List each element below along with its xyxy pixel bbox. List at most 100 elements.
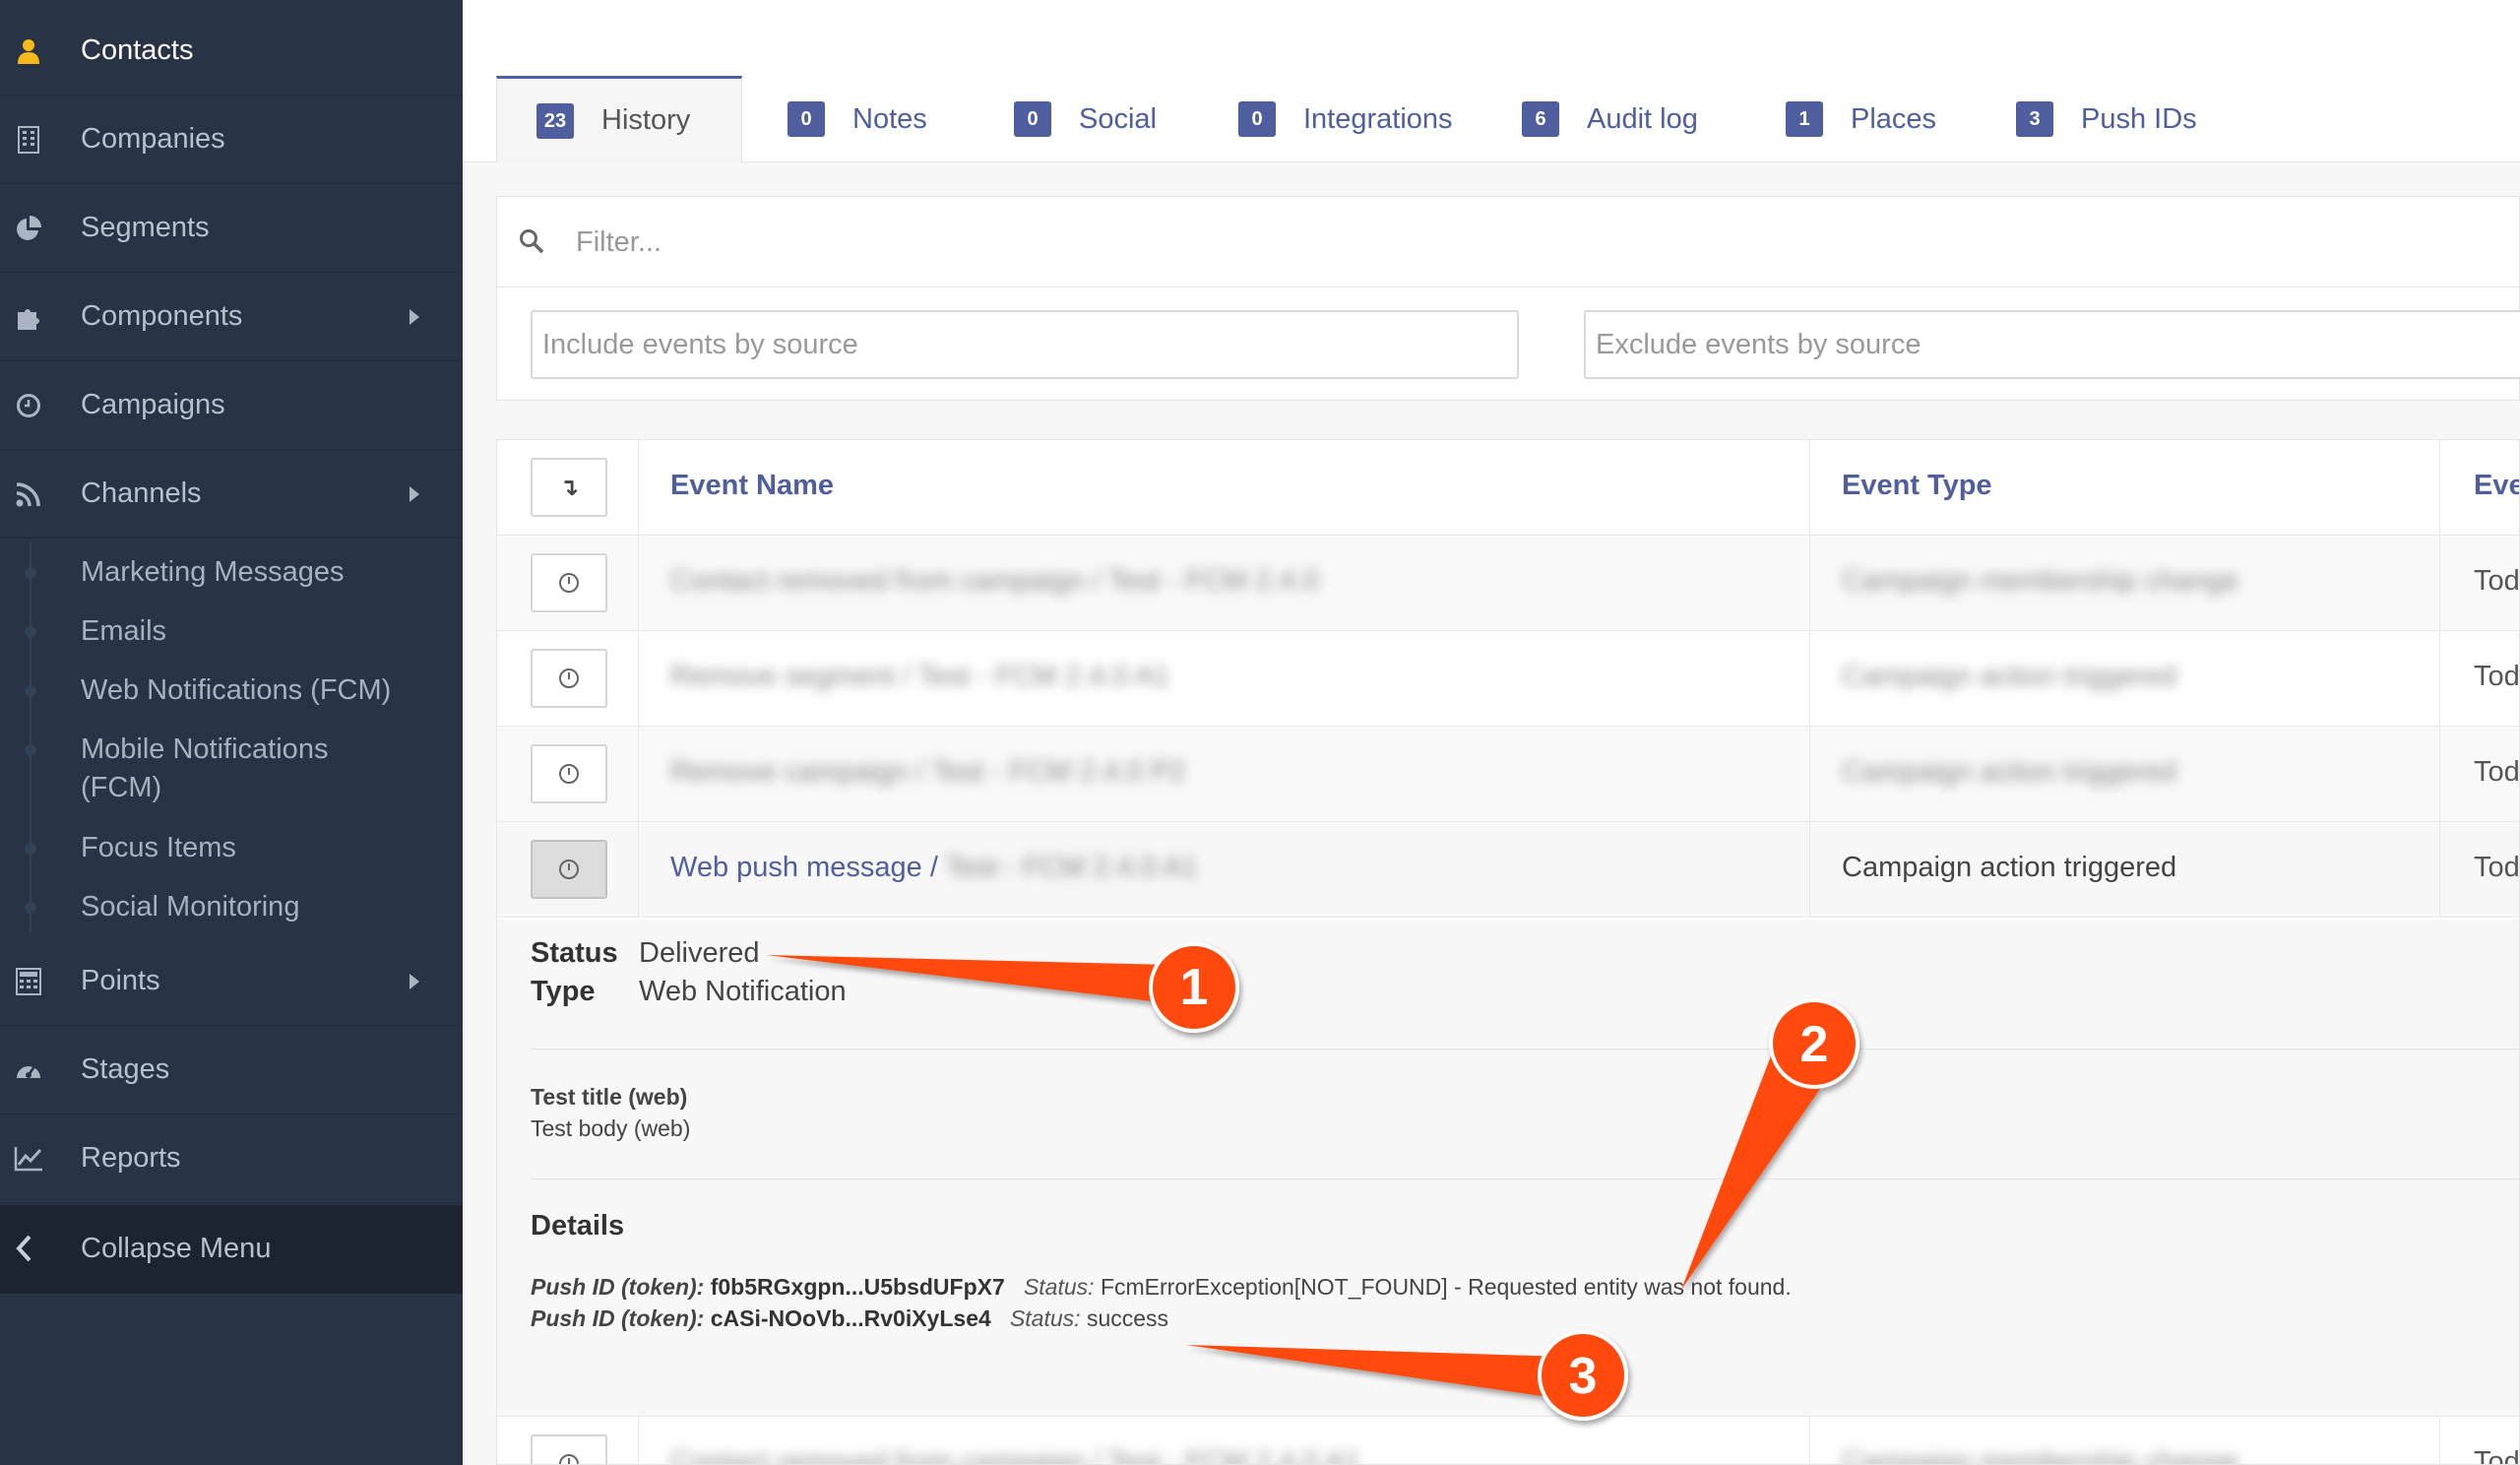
header-event-name[interactable]: Event Name [639,440,1810,536]
sidebar-item-label: Reports [81,1142,181,1174]
line-chart-icon [14,1144,43,1174]
token-value: cASi-NOoVb...Rv0iXyLse4 [710,1306,991,1331]
sidebar-item-label: Components [81,300,243,332]
sidebar-item-contacts[interactable]: Contacts [0,7,463,96]
chevron-left-icon [14,1235,33,1270]
tab-count-badge: 23 [536,102,574,139]
channels-submenu: Marketing Messages Emails Web Notificati… [0,541,463,932]
divider [531,1049,2519,1050]
rss-icon [14,479,43,509]
header-label: Eve [2474,470,2520,501]
expand-details-button[interactable] [531,649,607,708]
filter-input[interactable] [576,215,2446,270]
row-btn-cell [497,631,639,727]
expand-details-button[interactable] [531,840,607,899]
sidebar-item-channels[interactable]: Channels [0,450,463,539]
table-header: ↴ Event Name Event Type Eve [497,440,2520,536]
clock-icon [559,860,579,879]
submenu-item-focus-items[interactable]: Focus Items [81,829,236,867]
tab-history[interactable]: 23 History [496,76,742,162]
submenu-item-mobile-notifications-line2[interactable]: (FCM) [81,769,161,807]
event-name-link[interactable]: Web push message / [670,852,945,883]
sidebar-item-components[interactable]: Components [0,273,463,361]
event-timestamp-cell: Tod [2440,822,2519,918]
user-icon [14,36,43,66]
token-status: FcmErrorException[NOT_FOUND] - Requested… [1100,1274,1792,1300]
token-status-label: Status: [1023,1274,1095,1300]
event-name: Remove campaign / Test - FCM 2.4.0 P2 [670,756,1186,788]
event-type-cell: Campaign action triggered [1810,727,2440,822]
tab-push-ids[interactable]: 3 Push IDs [1977,76,2197,162]
event-type: Campaign action triggered [1842,756,2177,788]
calculator-icon [14,967,43,996]
tab-social[interactable]: 0 Social [975,76,1157,162]
event-timestamp: Tod [2474,1446,2520,1465]
sidebar-item-campaigns[interactable]: Campaigns [0,361,463,450]
tab-label: Social [1079,102,1157,135]
notification-title: Test title (web) [531,1084,688,1110]
event-timestamp-cell: Tod [2440,1417,2520,1465]
event-name-wrap: Web push message / Test - FCM 2.4.0 A1 [670,852,1198,884]
submenu-item-emails[interactable]: Emails [81,612,166,651]
event-details-panel: Status Delivered Type Web Notification T… [497,920,2519,1417]
header-label: Event Name [670,470,835,501]
event-name: Remove segment / Test - FCM 2.4.0 A1 [670,661,1170,692]
event-name-cell: Web push message / Test - FCM 2.4.0 A1 [639,822,1810,918]
sidebar-item-companies[interactable]: Companies [0,96,463,184]
event-type-cell: Campaign action triggered [1810,631,2440,727]
collapse-menu-label: Collapse Menu [81,1233,272,1264]
tab-label: Audit log [1587,102,1698,135]
event-type-cell: Campaign membership change [1810,536,2440,631]
clock-icon [14,391,43,420]
chevron-right-icon [410,308,419,325]
filter-panel [496,196,2520,401]
token-value: f0b5RGxgpn...U5bsdUFpX7 [710,1274,1005,1300]
expand-details-button[interactable] [531,744,607,803]
sidebar-item-points[interactable]: Points [0,937,463,1026]
pie-chart-icon [14,214,43,243]
table-row: Remove segment / Test - FCM 2.4.0 A1 Cam… [497,631,2519,727]
expand-details-button[interactable] [531,1434,607,1464]
details-heading: Details [531,1210,625,1242]
submenu-dot [25,744,36,756]
event-name-cell: Remove campaign / Test - FCM 2.4.0 P2 [639,727,1810,822]
table-row: Contact removed from campaign / Test - F… [497,536,2520,631]
submenu-item-web-notifications[interactable]: Web Notifications (FCM) [81,671,391,710]
tab-count-badge: 0 [1238,101,1276,137]
submenu-item-mobile-notifications[interactable]: Mobile Notifications [81,731,328,769]
sidebar-item-reports[interactable]: Reports [0,1115,463,1203]
submenu-dot [25,902,36,914]
event-timestamp: Tod [2474,565,2520,597]
tab-integrations[interactable]: 0 Integrations [1199,76,1453,162]
submenu-item-marketing-messages[interactable]: Marketing Messages [81,553,345,592]
tab-places[interactable]: 1 Places [1746,76,1936,162]
header-event-timestamp[interactable]: Eve [2440,440,2520,536]
status-value: Delivered [639,937,760,969]
event-name-cell: Contact removed from campaign / Test - F… [639,1417,1810,1464]
tab-count-badge: 1 [1786,101,1823,137]
sidebar-item-stages[interactable]: Stages [0,1026,463,1115]
sidebar-item-label: Segments [81,212,210,243]
tab-label: Push IDs [2081,102,2197,135]
tab-audit-log[interactable]: 6 Audit log [1482,76,1698,162]
building-icon [14,125,43,155]
header-event-type[interactable]: Event Type [1810,440,2440,536]
include-events-input[interactable] [531,310,1519,379]
token-line-1: Push ID (token): f0b5RGxgpn...U5bsdUFpX7… [531,1274,1792,1301]
expand-details-button[interactable] [531,553,607,612]
sort-toggle-button[interactable]: ↴ [531,458,607,517]
event-type-cell: Campaign membership change [1810,1417,2440,1464]
exclude-events-input[interactable] [1584,310,2520,379]
submenu-dot [25,685,36,697]
submenu-item-social-monitoring[interactable]: Social Monitoring [81,888,299,926]
sidebar-item-label: Channels [81,478,202,509]
sidebar-item-segments[interactable]: Segments [0,184,463,273]
submenu-line [30,541,32,932]
tab-notes[interactable]: 0 Notes [748,76,927,162]
tab-count-badge: 6 [1522,101,1559,137]
token-label: Push ID (token): [531,1274,705,1300]
search-icon [519,228,544,254]
collapse-menu-button[interactable]: Collapse Menu [0,1205,463,1294]
header-label: Event Type [1842,470,1992,501]
token-label: Push ID (token): [531,1306,705,1331]
